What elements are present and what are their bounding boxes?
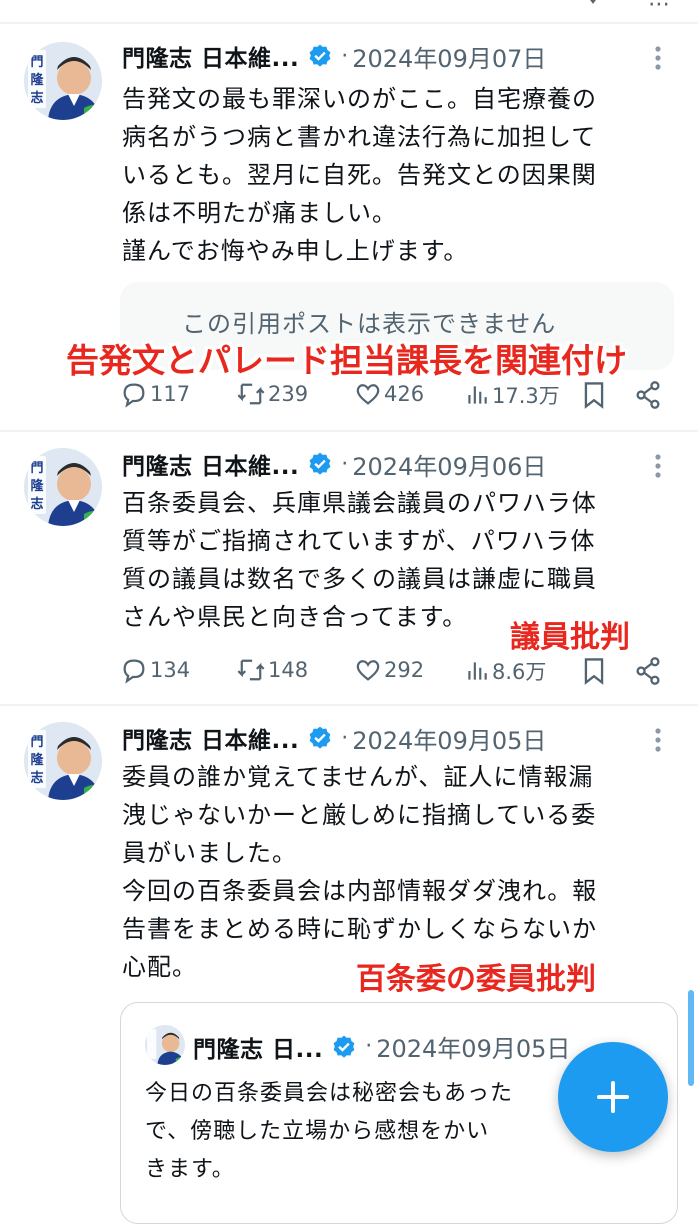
quoted-header: 門隆志 日... · 2024年09月05日 — [193, 1029, 570, 1064]
svg-text:門: 門 — [30, 735, 43, 750]
tweet-text: 委員の誰か覚えてませんが、証人に情報漏 洩じゃないかーと厳しめに指摘している委 … — [122, 763, 598, 981]
annotation-text: 議員批判 — [510, 620, 630, 655]
like-count: 426 — [384, 382, 425, 406]
divider — [0, 704, 698, 706]
share-icon[interactable] — [634, 656, 662, 686]
action-bar: 134 148 292 8.6万 — [120, 656, 680, 686]
tweet-date[interactable]: 2024年09月06日 — [352, 447, 546, 482]
verified-icon — [309, 726, 331, 749]
repost-count: 148 — [268, 658, 309, 682]
separator: · — [341, 43, 349, 69]
compose-button[interactable] — [558, 1042, 668, 1152]
repost-button[interactable]: 148 — [236, 656, 308, 684]
svg-text:志: 志 — [30, 90, 43, 106]
verified-icon — [309, 452, 331, 475]
author-name[interactable]: 門隆志 日本維... — [122, 39, 299, 73]
quoted-avatar — [145, 1025, 185, 1065]
compose-plus-icon — [597, 1081, 629, 1113]
separator: · — [341, 451, 349, 477]
scrollbar[interactable] — [688, 990, 694, 1086]
author-name[interactable]: 門隆志 日本維... — [122, 721, 299, 755]
action-bar: 117 239 426 17.3万 — [120, 380, 680, 410]
like-icon — [356, 660, 380, 681]
like-button[interactable]: 292 — [354, 656, 424, 684]
avatar[interactable]: 門 隆 志 — [24, 448, 102, 526]
svg-text:志: 志 — [30, 770, 43, 786]
views-count: 17.3万 — [492, 384, 560, 408]
views-button[interactable]: 17.3万 — [464, 380, 560, 410]
reply-button[interactable]: 117 — [120, 380, 190, 408]
tweet-text: 告発文の最も罪深いのがここ。自宅療養の 病名がうつ病と書かれ違法行為に加担して … — [122, 85, 597, 265]
svg-text:門: 門 — [30, 55, 43, 70]
views-button[interactable]: 8.6万 — [464, 656, 546, 686]
annotation-text: 告発文とパレード担当課長を関連付け — [66, 341, 627, 380]
like-icon — [356, 384, 380, 405]
reply-icon — [123, 383, 145, 408]
views-icon — [468, 386, 487, 404]
views-icon — [468, 662, 487, 680]
reply-count: 134 — [150, 658, 191, 682]
tweet-header: 門隆志 日本維... · 2024年09月05日 — [122, 720, 546, 756]
previous-tweet-strip: ⋯ — [0, 0, 698, 22]
verified-icon — [333, 1035, 355, 1058]
quoted-date: 2024年09月05日 — [376, 1035, 571, 1063]
repost-button[interactable]: 239 — [236, 380, 308, 408]
more-icon[interactable] — [648, 452, 668, 480]
divider — [0, 22, 698, 24]
more-icon[interactable]: ⋯ — [648, 0, 670, 17]
tweet-header: 門隆志 日本維... · 2024年09月06日 — [122, 446, 546, 482]
share-icon[interactable] — [585, 0, 615, 8]
reply-button[interactable]: 134 — [120, 656, 190, 684]
tweet-date[interactable]: 2024年09月05日 — [352, 721, 546, 756]
more-icon[interactable] — [648, 44, 668, 72]
annotation-text: 百条委の委員批判 — [356, 962, 596, 997]
svg-text:隆: 隆 — [30, 752, 44, 768]
separator: · — [341, 725, 349, 751]
reply-count: 117 — [150, 382, 191, 406]
like-count: 292 — [384, 658, 425, 682]
reply-icon — [123, 659, 145, 684]
like-button[interactable]: 426 — [354, 380, 424, 408]
quoted-author-name: 門隆志 日... — [193, 1036, 324, 1063]
avatar[interactable]: 門 隆 志 — [24, 722, 102, 800]
svg-text:門: 門 — [30, 461, 43, 476]
tweet-date[interactable]: 2024年09月07日 — [352, 39, 546, 74]
bookmark-icon[interactable] — [580, 656, 608, 686]
repost-icon — [237, 383, 265, 405]
repost-icon — [237, 659, 265, 681]
author-name[interactable]: 門隆志 日本維... — [122, 447, 299, 481]
tweet-header: 門隆志 日本維... · 2024年09月07日 — [122, 38, 546, 74]
svg-text:隆: 隆 — [30, 478, 44, 494]
more-icon[interactable] — [648, 726, 668, 754]
bookmark-icon[interactable] — [580, 380, 608, 410]
verified-icon — [309, 44, 331, 67]
divider — [0, 430, 698, 432]
separator: · — [365, 1034, 373, 1059]
svg-text:隆: 隆 — [30, 72, 44, 88]
svg-text:志: 志 — [30, 496, 43, 512]
share-icon[interactable] — [634, 380, 662, 410]
views-count: 8.6万 — [492, 660, 547, 684]
avatar[interactable]: 門 隆 志 — [24, 42, 102, 120]
repost-count: 239 — [268, 382, 309, 406]
